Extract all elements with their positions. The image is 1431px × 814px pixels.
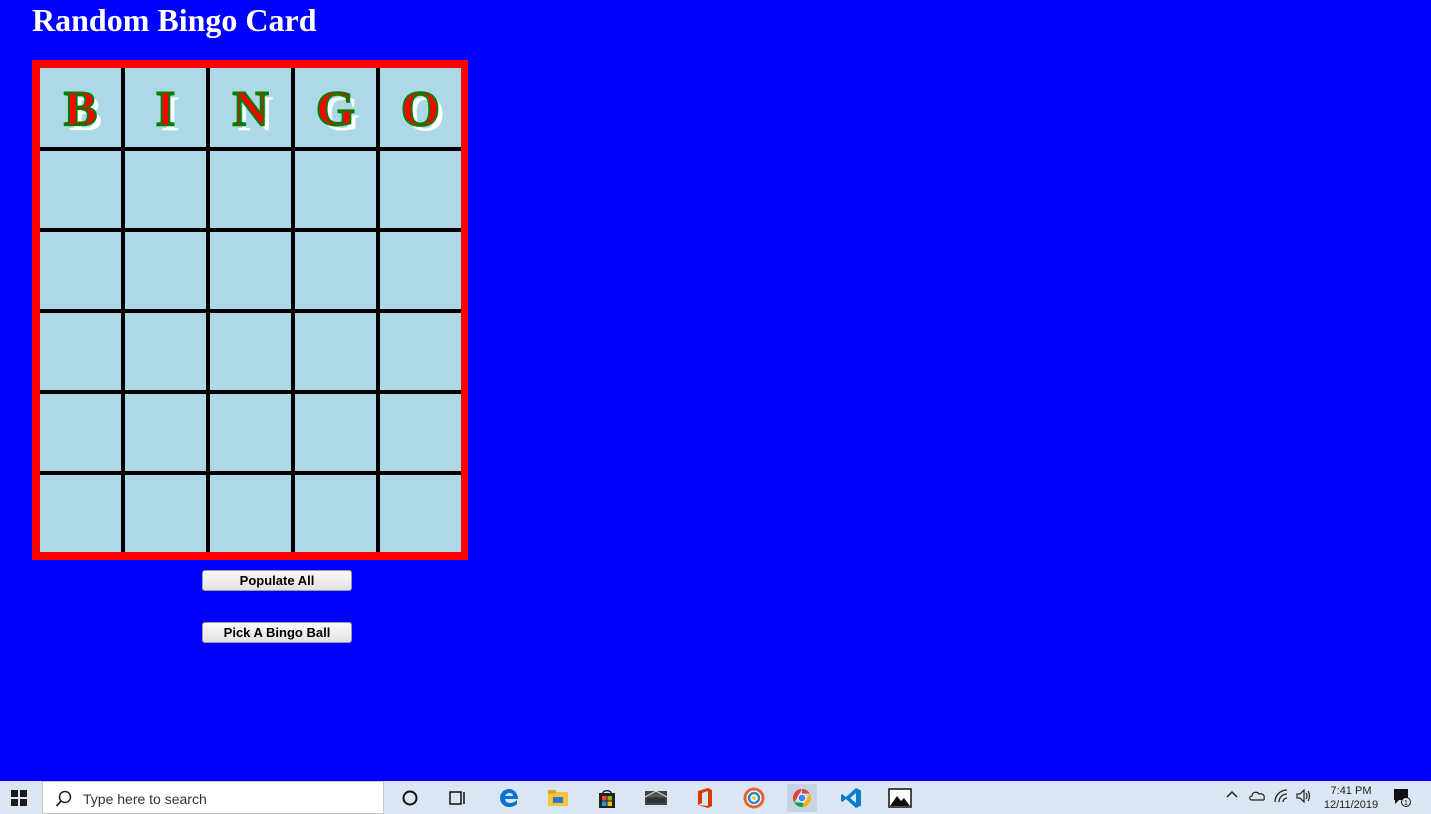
cortana-icon[interactable] [395,784,425,812]
vscode-icon[interactable] [836,784,866,812]
card-cell[interactable] [291,471,380,552]
taskbar: Type here to search 7:41 PM 12/11/2019 1 [0,781,1431,814]
card-cell[interactable] [291,309,380,394]
card-cell[interactable] [376,471,461,552]
pick-bingo-ball-button[interactable]: Pick A Bingo Ball [202,622,352,643]
header-letter-b: B [40,68,125,151]
start-button[interactable] [0,781,38,814]
bingo-table: B I N G O [40,68,461,552]
notification-count: 1 [1404,800,1408,807]
chrome-icon[interactable] [787,784,817,812]
clock-date: 12/11/2019 [1323,799,1379,811]
card-cell[interactable] [121,228,210,313]
populate-all-button[interactable]: Populate All [202,570,352,591]
card-cell[interactable] [40,471,125,552]
card-cell[interactable] [121,309,210,394]
card-cell[interactable] [376,309,461,394]
card-cell[interactable] [291,390,380,475]
search-placeholder: Type here to search [83,791,207,807]
card-cell[interactable] [376,147,461,232]
mail-icon[interactable] [641,784,671,812]
onedrive-icon[interactable] [1248,789,1266,804]
card-row [40,309,461,394]
show-hidden-icons-chevron-icon[interactable] [1226,789,1238,804]
store-icon[interactable] [592,784,622,812]
card-cell[interactable] [40,147,125,232]
windows-logo-icon [11,789,27,806]
card-cell[interactable] [206,228,295,313]
card-cell[interactable] [40,228,125,313]
card-row [40,228,461,313]
search-icon [55,790,72,807]
card-cell[interactable] [40,309,125,394]
card-cell[interactable] [121,147,210,232]
card-cell[interactable] [121,390,210,475]
card-cell[interactable] [40,390,125,475]
card-row [40,471,461,552]
taskbar-clock[interactable]: 7:41 PM 12/11/2019 [1316,784,1386,812]
edge-icon[interactable] [494,784,524,812]
file-explorer-icon[interactable] [543,784,573,812]
card-cell[interactable] [206,471,295,552]
card-cell[interactable] [291,147,380,232]
taskbar-search-box[interactable]: Type here to search [42,781,384,814]
card-row [40,390,461,475]
office-icon[interactable] [690,784,720,812]
photos-icon[interactable] [885,784,915,812]
card-cell[interactable] [206,390,295,475]
header-letter-n: N [206,68,295,151]
card-cell[interactable] [376,390,461,475]
wifi-icon[interactable] [1274,789,1290,806]
card-cell[interactable] [206,309,295,394]
page-title: Random Bingo Card [32,2,317,38]
action-center-icon[interactable]: 1 [1392,787,1412,810]
photos-app-icon[interactable] [739,784,769,812]
card-cell[interactable] [121,471,210,552]
header-letter-i: I [121,68,210,151]
card-cell[interactable] [376,228,461,313]
header-letter-g: G [291,68,380,151]
card-cell[interactable] [291,228,380,313]
header-row: B I N G O [40,68,461,151]
header-letter-o: O [376,68,461,151]
card-cell[interactable] [206,147,295,232]
task-view-icon[interactable] [443,784,473,812]
page: Random Bingo Card B I N G O Populate All… [0,0,1431,814]
card-row [40,147,461,232]
volume-icon[interactable] [1296,788,1312,806]
bingo-card: B I N G O [32,60,468,560]
clock-time: 7:41 PM [1330,785,1372,797]
